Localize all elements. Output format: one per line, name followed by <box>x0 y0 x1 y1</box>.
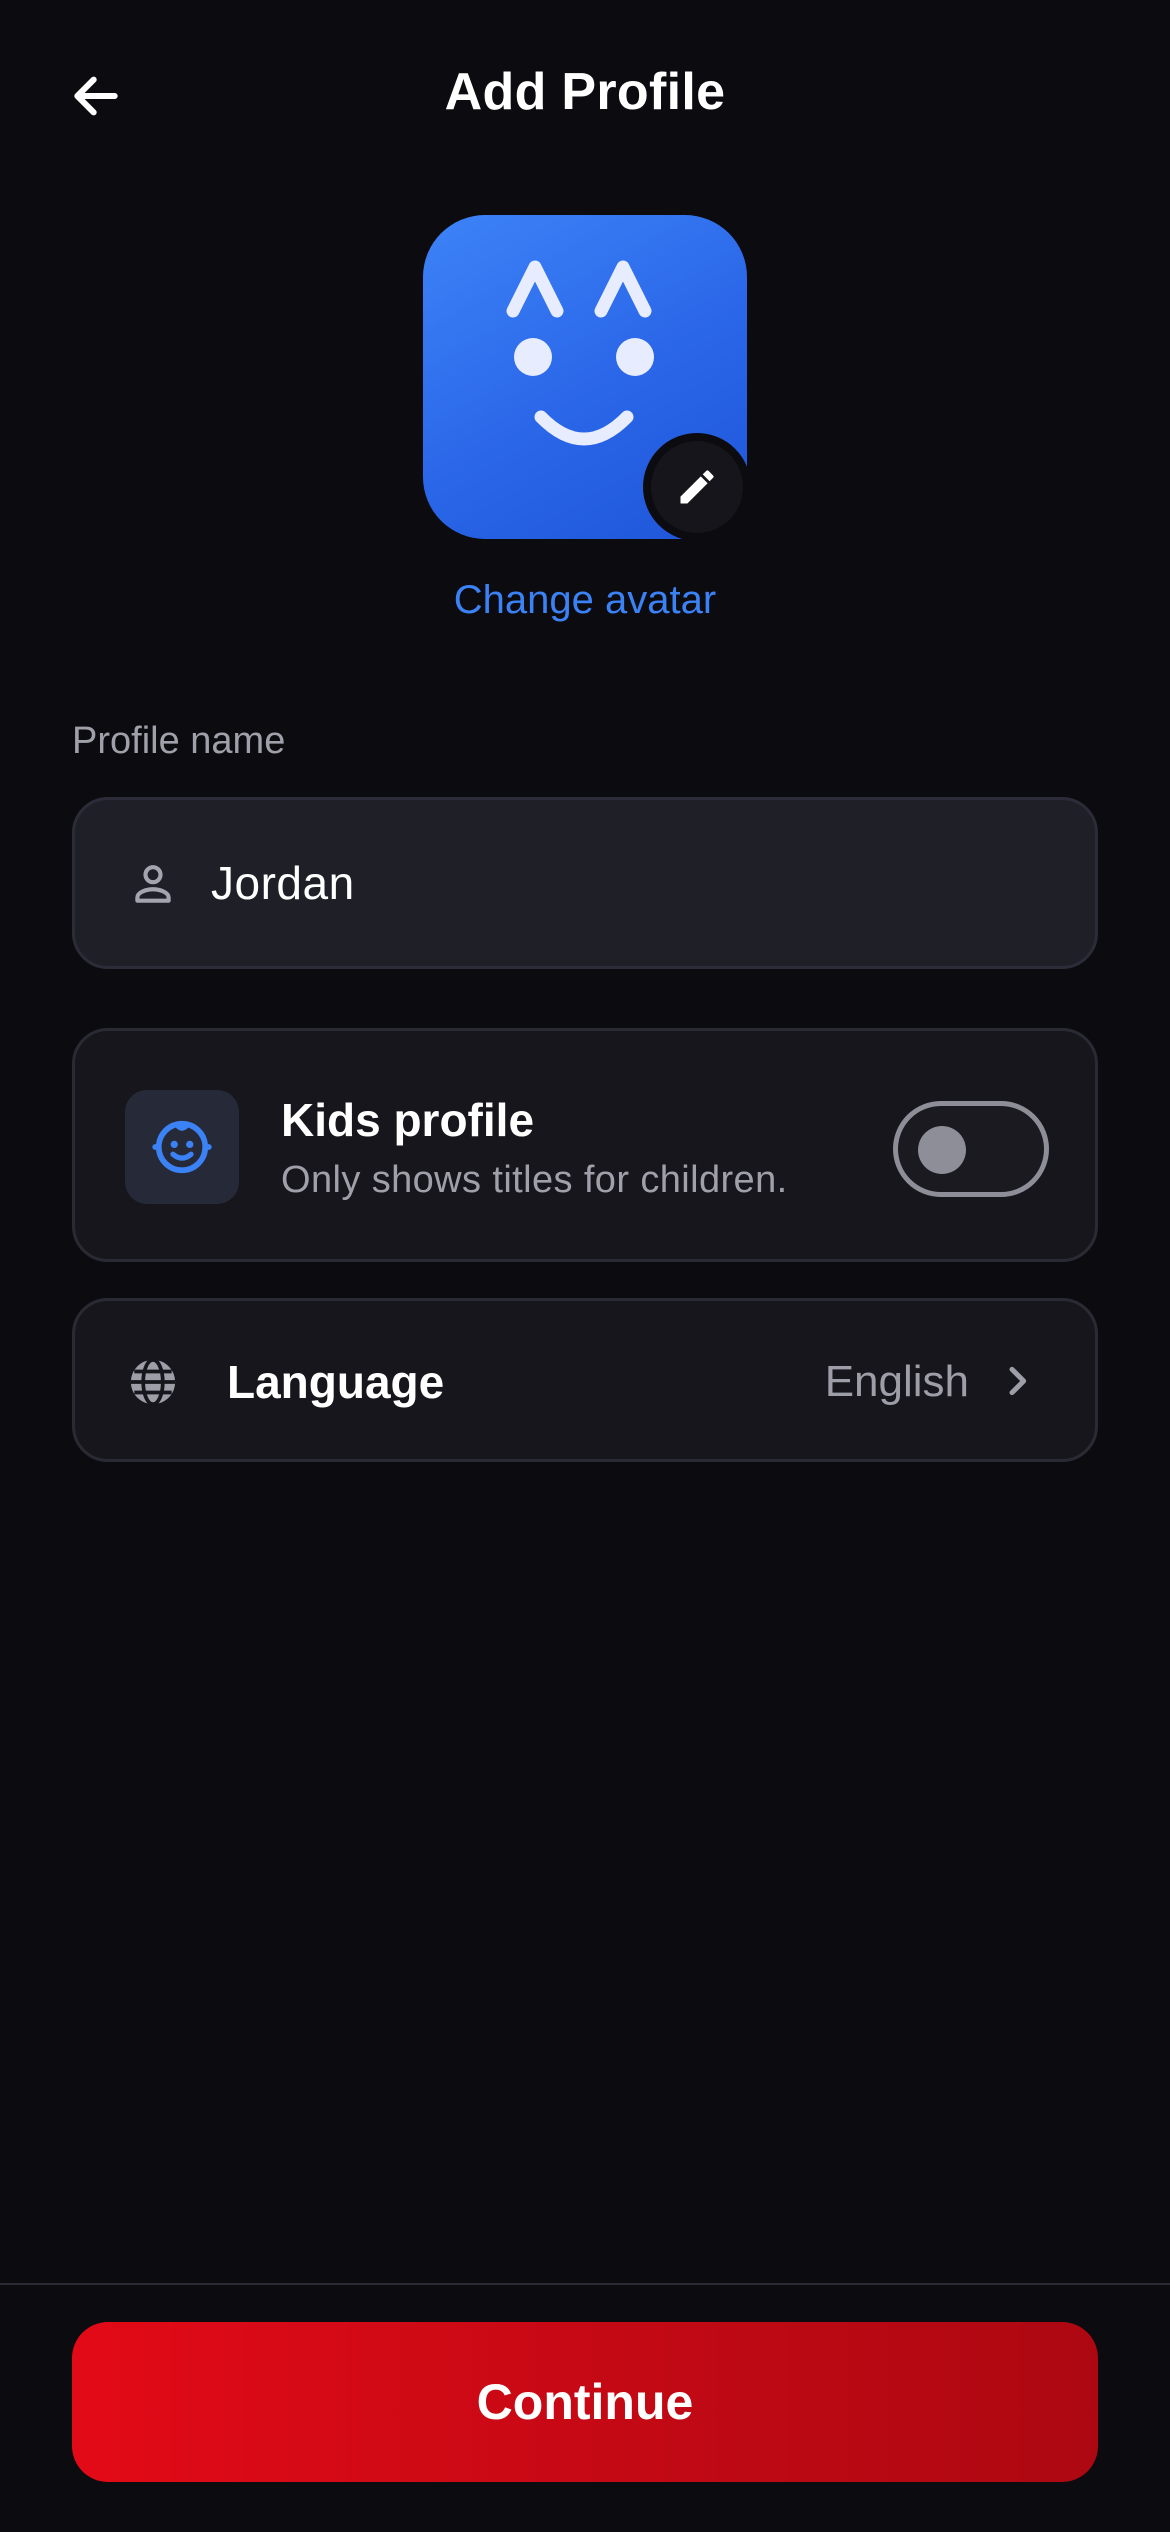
child-face-icon <box>152 1120 212 1174</box>
language-value: English <box>824 1357 969 1406</box>
pencil-icon <box>680 470 714 504</box>
kids-icon-container <box>125 1090 239 1204</box>
page-title: Add Profile <box>444 63 726 121</box>
profile-name-label: Profile name <box>72 720 286 762</box>
globe-icon <box>130 1357 176 1407</box>
footer-divider <box>0 2283 1170 2285</box>
person-icon <box>125 855 181 911</box>
language-label: Language <box>227 1356 445 1408</box>
toggle-knob <box>918 1126 966 1174</box>
header: Add Profile <box>0 0 1170 200</box>
change-avatar-link[interactable]: Change avatar <box>0 578 1170 623</box>
profile-name-field[interactable] <box>72 797 1098 969</box>
kids-profile-title: Kids profile <box>281 1094 535 1146</box>
add-profile-screen: Add Profile Change avatar Profile name J… <box>0 0 1170 2532</box>
profile-name-input[interactable] <box>211 856 1011 910</box>
chevron-right-icon <box>1009 1366 1027 1396</box>
language-row[interactable]: Language English <box>72 1298 1098 1462</box>
avatar-container <box>423 215 751 541</box>
kids-profile-toggle[interactable] <box>893 1101 1049 1197</box>
continue-button[interactable]: Continue <box>72 2322 1098 2482</box>
kids-profile-card: Kids profile Only shows titles for child… <box>72 1028 1098 1262</box>
kids-profile-subtitle: Only shows titles for children. <box>281 1159 788 1201</box>
edit-avatar-button[interactable] <box>643 433 751 541</box>
